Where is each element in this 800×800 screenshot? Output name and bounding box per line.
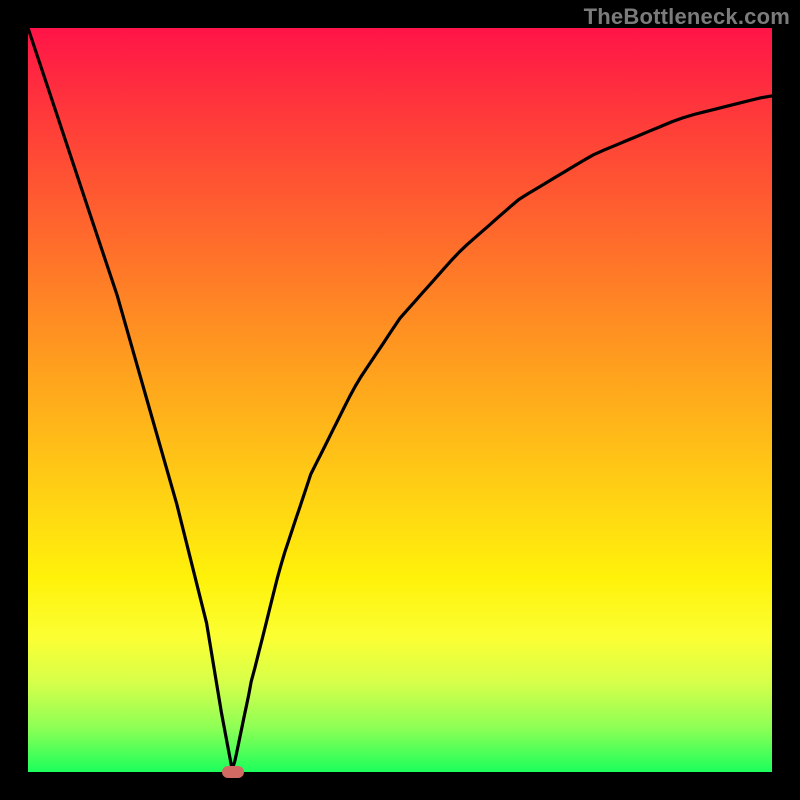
bottleneck-curve [28, 28, 772, 772]
chart-frame: TheBottleneck.com [0, 0, 800, 800]
curve-path [28, 28, 772, 772]
plot-area [28, 28, 772, 772]
watermark-text: TheBottleneck.com [584, 4, 790, 30]
minimum-marker [222, 766, 244, 778]
